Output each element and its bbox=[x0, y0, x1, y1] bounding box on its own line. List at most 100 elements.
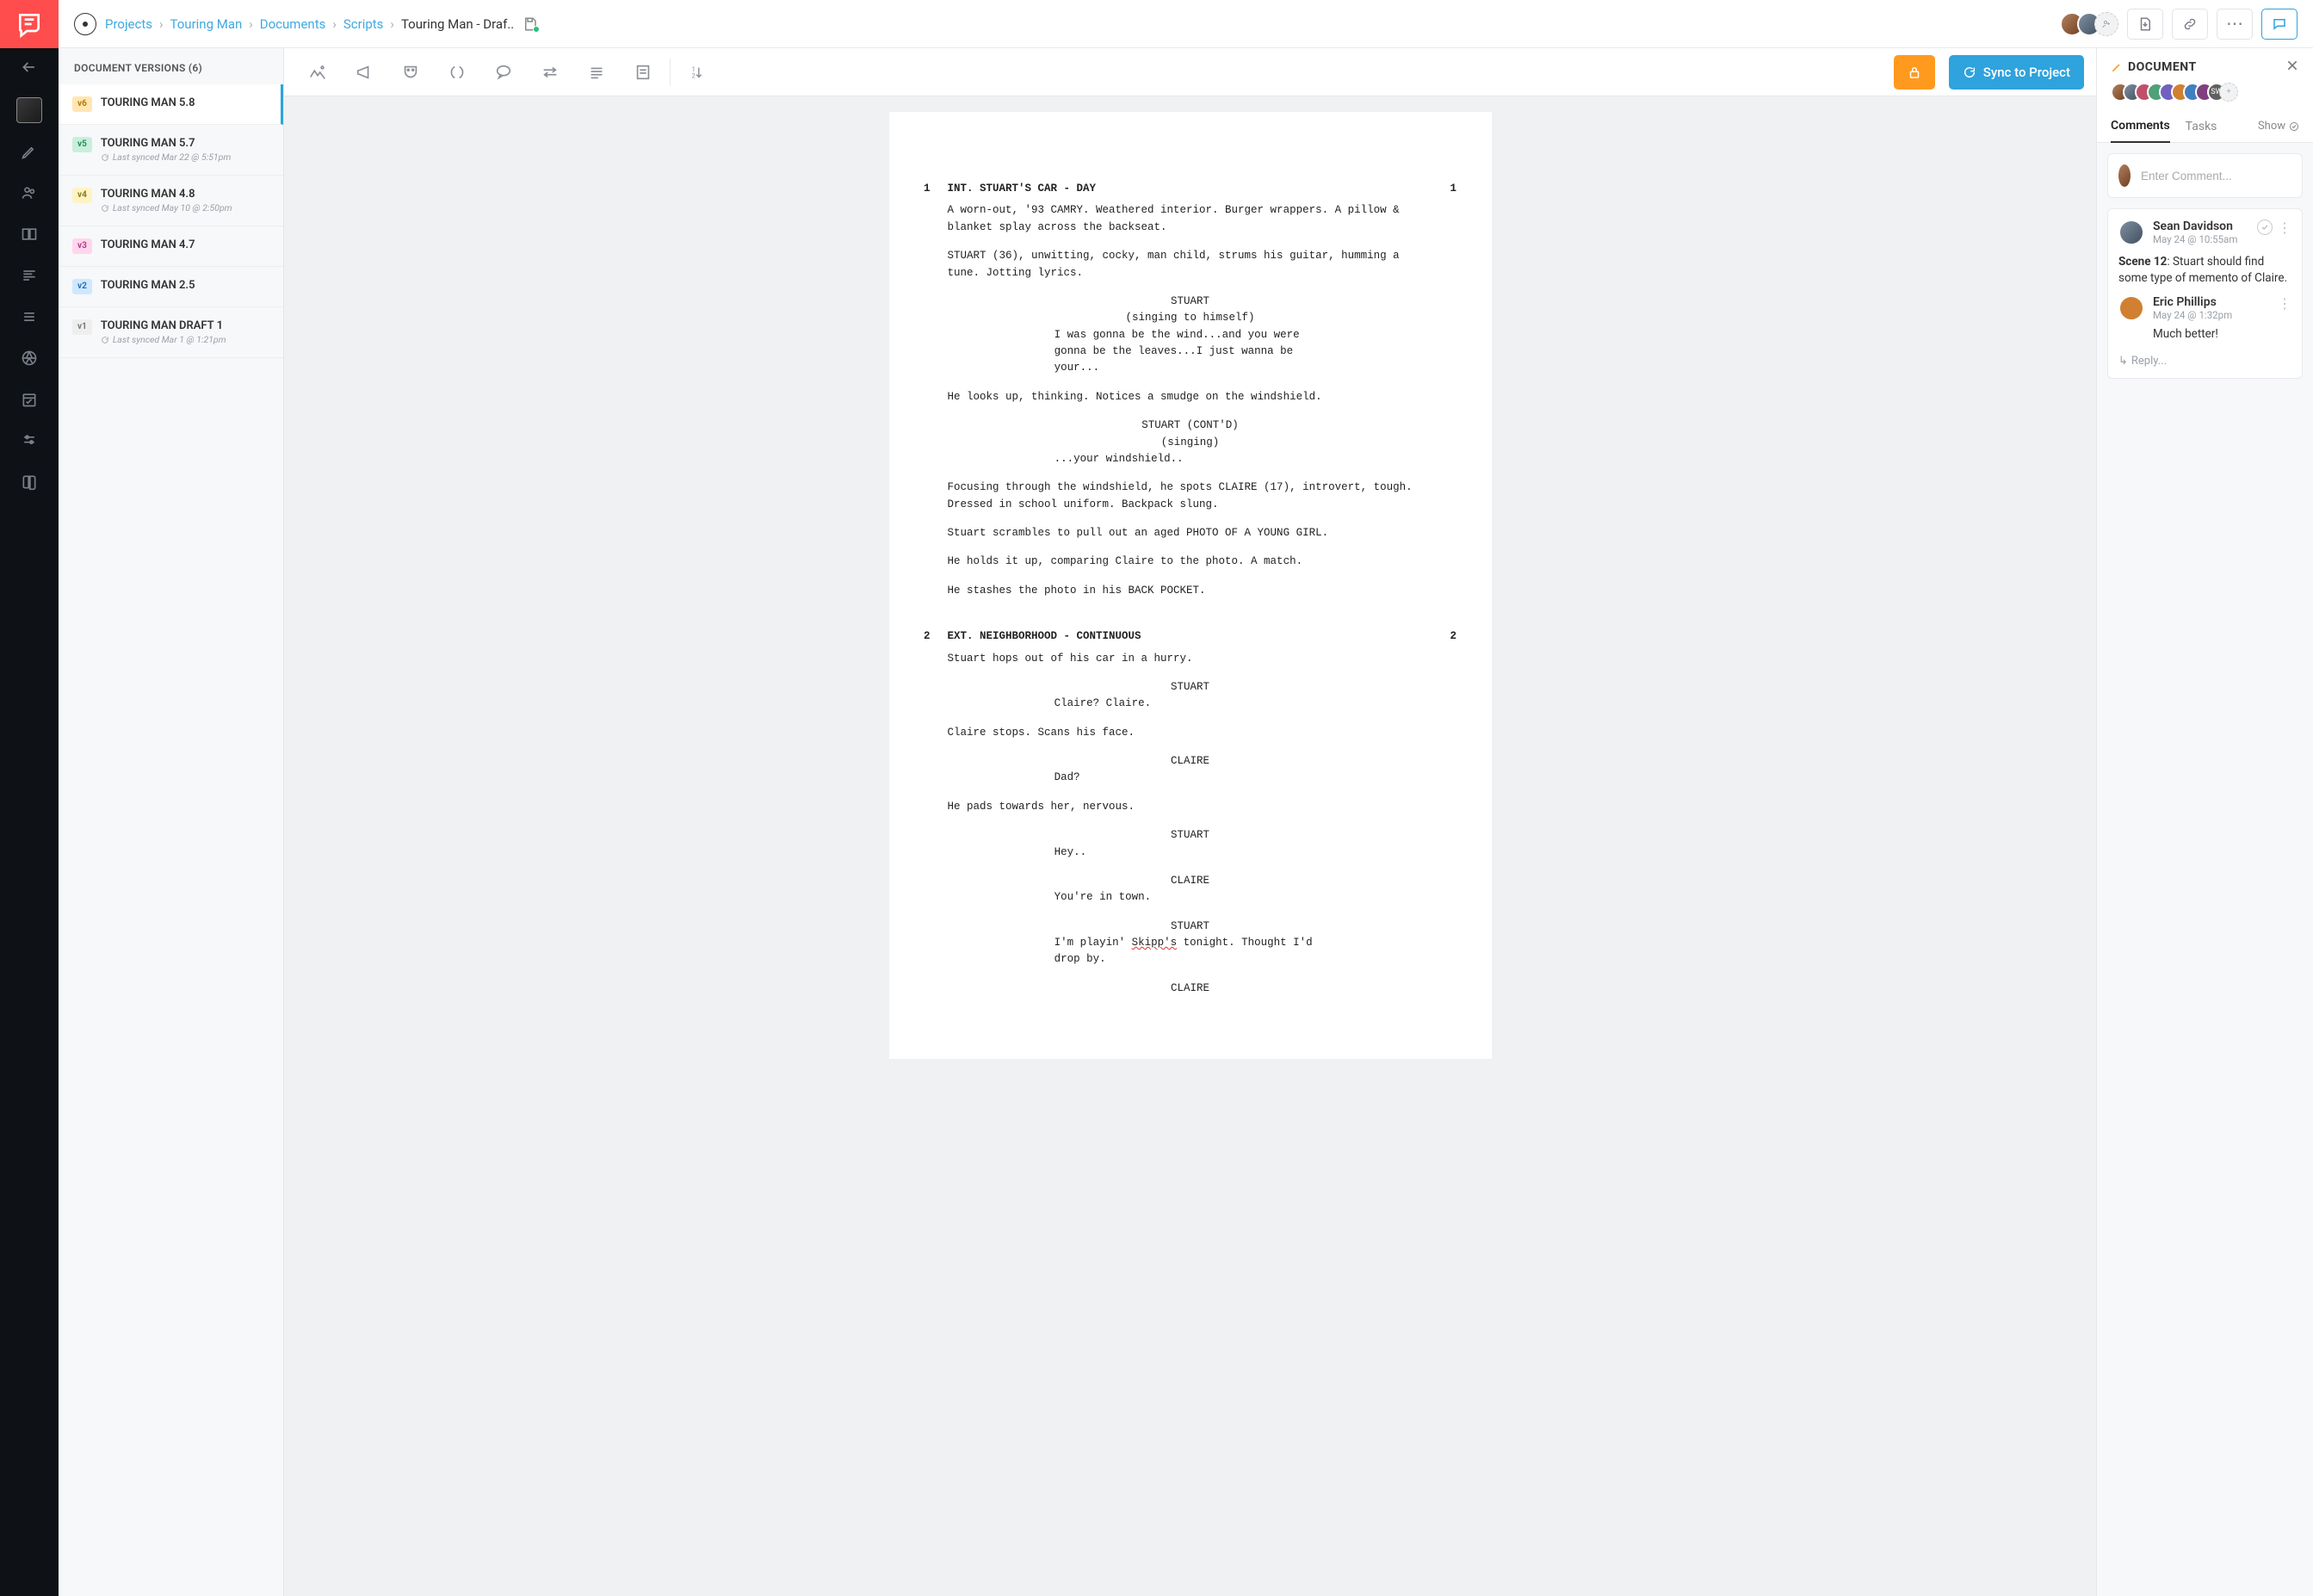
character-cue: CLAIRE bbox=[1044, 980, 1335, 997]
dialogue: Claire? Claire. bbox=[1054, 696, 1327, 712]
scene-number-left: 1 bbox=[912, 181, 931, 611]
editor-toolbar: 12 Sync to Project bbox=[284, 48, 2096, 96]
tab-tasks[interactable]: Tasks bbox=[2186, 111, 2217, 142]
script-page[interactable]: 1 INT. STUART'S CAR - DAY A worn-out, '9… bbox=[889, 112, 1492, 1059]
resolve-comment-button[interactable] bbox=[2257, 220, 2273, 235]
dialogue: Dad? bbox=[1054, 770, 1327, 786]
app-logo[interactable] bbox=[0, 0, 59, 48]
character-tool-icon[interactable] bbox=[389, 48, 432, 96]
version-badge: v4 bbox=[72, 188, 92, 203]
action-line: A worn-out, '93 CAMRY. Weathered interio… bbox=[948, 202, 1433, 236]
reply-menu-button[interactable] bbox=[2278, 295, 2291, 312]
crumb-current: Touring Man - Draf.. bbox=[401, 16, 514, 32]
comments-toggle-button[interactable] bbox=[2261, 9, 2298, 40]
aperture-nav-icon[interactable] bbox=[0, 337, 59, 379]
save-status-icon bbox=[523, 16, 538, 32]
boards-nav-icon[interactable] bbox=[0, 213, 59, 255]
dialogue: I'm playin' Skipp's tonight. Thought I'd… bbox=[1054, 935, 1327, 968]
sliders-nav-icon[interactable] bbox=[0, 420, 59, 461]
library-nav-icon[interactable] bbox=[0, 461, 59, 503]
version-item[interactable]: v6 TOURING MAN 5.8 bbox=[59, 84, 283, 125]
crumb-documents[interactable]: Documents bbox=[260, 16, 326, 32]
breakdown-nav-icon[interactable] bbox=[0, 255, 59, 296]
export-button[interactable] bbox=[2127, 9, 2163, 40]
reply-body: Much better! bbox=[2153, 326, 2291, 343]
version-badge: v2 bbox=[72, 279, 92, 294]
crumb-touring-man[interactable]: Touring Man bbox=[170, 16, 243, 32]
list-nav-icon[interactable] bbox=[0, 296, 59, 337]
action-line: He stashes the photo in his BACK POCKET. bbox=[948, 583, 1433, 599]
project-icon bbox=[74, 13, 96, 35]
note-tool-icon[interactable] bbox=[622, 48, 665, 96]
reply-button[interactable]: ↳ Reply... bbox=[2118, 355, 2291, 368]
tab-comments[interactable]: Comments bbox=[2111, 110, 2170, 143]
action-line: He pads towards her, nervous. bbox=[948, 799, 1433, 815]
breadcrumb: Projects › Touring Man › Documents › Scr… bbox=[105, 16, 514, 32]
action-line: He looks up, thinking. Notices a smudge … bbox=[948, 389, 1433, 405]
comment-author: Sean Davidson bbox=[2153, 220, 2248, 233]
panel-title: DOCUMENT bbox=[2111, 60, 2197, 74]
link-button[interactable] bbox=[2172, 9, 2208, 40]
version-badge: v5 bbox=[72, 137, 92, 152]
parenthetical-tool-icon[interactable] bbox=[436, 48, 479, 96]
dialogue: ...your windshield.. bbox=[1054, 451, 1327, 467]
action-line: Stuart hops out of his car in a hurry. bbox=[948, 651, 1433, 667]
scene-numbers-tool-icon[interactable]: 12 bbox=[676, 48, 719, 96]
reply-author-avatar bbox=[2118, 295, 2144, 321]
scene-number-right: 2 bbox=[1450, 628, 1469, 997]
scene-heading: INT. STUART'S CAR - DAY bbox=[948, 181, 1433, 197]
parenthetical: (singing to himself) bbox=[1069, 310, 1312, 326]
left-rail bbox=[0, 0, 59, 1596]
version-item[interactable]: v1 TOURING MAN DRAFT 1Last synced Mar 1 … bbox=[59, 307, 283, 358]
version-item[interactable]: v5 TOURING MAN 5.7Last synced Mar 22 @ 5… bbox=[59, 125, 283, 176]
character-cue: STUART bbox=[1044, 919, 1335, 935]
right-panel: DOCUMENT SW + Comments bbox=[2096, 48, 2313, 1596]
top-bar: Projects › Touring Man › Documents › Scr… bbox=[59, 0, 2313, 48]
close-panel-button[interactable] bbox=[2285, 59, 2299, 76]
announce-tool-icon[interactable] bbox=[343, 48, 386, 96]
version-item[interactable]: v2 TOURING MAN 2.5 bbox=[59, 267, 283, 307]
versions-header: DOCUMENT VERSIONS (6) bbox=[59, 48, 283, 84]
transition-tool-icon[interactable] bbox=[529, 48, 572, 96]
reply-time: May 24 @ 1:32pm bbox=[2153, 309, 2278, 321]
edit-nav-icon[interactable] bbox=[0, 131, 59, 172]
project-thumbnail[interactable] bbox=[0, 90, 59, 131]
action-tool-icon[interactable] bbox=[575, 48, 618, 96]
comment-card: Sean Davidson May 24 @ 10:55am Scene 12:… bbox=[2107, 208, 2303, 379]
character-cue: STUART bbox=[1044, 827, 1335, 844]
comment-input-card bbox=[2107, 153, 2303, 198]
comment-author-avatar bbox=[2118, 220, 2144, 245]
current-user-avatar bbox=[2117, 163, 2132, 189]
version-item[interactable]: v4 TOURING MAN 4.8Last synced May 10 @ 2… bbox=[59, 176, 283, 226]
comment-menu-button[interactable] bbox=[2278, 220, 2291, 236]
add-collaborator-button[interactable]: + bbox=[2219, 83, 2238, 102]
page-scroll[interactable]: 1 INT. STUART'S CAR - DAY A worn-out, '9… bbox=[284, 96, 2096, 1596]
scene-number-left: 2 bbox=[912, 628, 931, 997]
sync-to-project-button[interactable]: Sync to Project bbox=[1949, 55, 2084, 90]
crumb-scripts[interactable]: Scripts bbox=[343, 16, 384, 32]
versions-panel: DOCUMENT VERSIONS (6) v6 TOURING MAN 5.8… bbox=[59, 48, 284, 1596]
lock-button[interactable] bbox=[1894, 55, 1935, 90]
more-button[interactable] bbox=[2217, 9, 2253, 40]
crumb-projects[interactable]: Projects bbox=[105, 16, 152, 32]
back-button[interactable] bbox=[0, 48, 59, 86]
image-tool-icon[interactable] bbox=[296, 48, 339, 96]
character-cue: CLAIRE bbox=[1044, 873, 1335, 889]
reply-author: Eric Phillips bbox=[2153, 295, 2278, 309]
team-nav-icon[interactable] bbox=[0, 172, 59, 213]
dialogue: I was gonna be the wind...and you were g… bbox=[1054, 327, 1327, 377]
scene-heading: EXT. NEIGHBORHOOD - CONTINUOUS bbox=[948, 628, 1433, 645]
version-item[interactable]: v3 TOURING MAN 4.7 bbox=[59, 226, 283, 267]
comment-input[interactable] bbox=[2141, 170, 2293, 182]
document-collaborators: SW + bbox=[2097, 83, 2313, 110]
show-filter[interactable]: Show bbox=[2258, 120, 2299, 133]
calendar-nav-icon[interactable] bbox=[0, 379, 59, 420]
action-line: STUART (36), unwitting, cocky, man child… bbox=[948, 248, 1433, 281]
dialogue: You're in town. bbox=[1054, 889, 1327, 906]
scene-number-right: 1 bbox=[1450, 181, 1469, 611]
character-cue: STUART (CONT'D) bbox=[1044, 418, 1335, 434]
character-cue: STUART bbox=[1044, 294, 1335, 310]
dialogue-tool-icon[interactable] bbox=[482, 48, 525, 96]
parenthetical: (singing) bbox=[1069, 435, 1312, 451]
add-collaborator-button[interactable] bbox=[2094, 12, 2118, 36]
